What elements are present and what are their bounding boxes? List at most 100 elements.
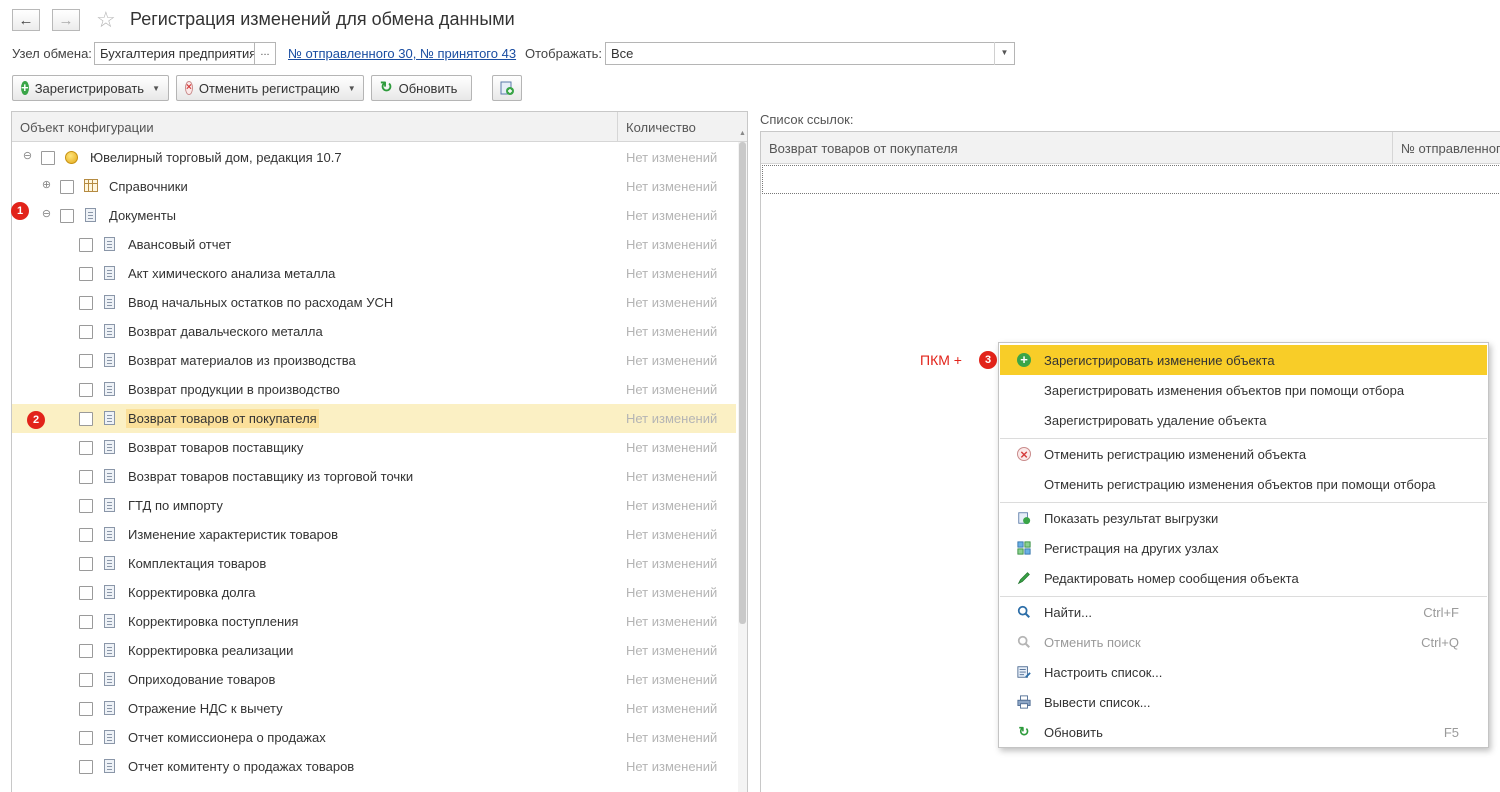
tree-row-document[interactable]: Возврат материалов из производства Нет и…	[12, 346, 736, 375]
row-count: Нет изменений	[626, 730, 718, 745]
tree-row-document[interactable]: Изменение характеристик товаров Нет изме…	[12, 520, 736, 549]
tree-row-document[interactable]: Комплектация товаров Нет изменений	[12, 549, 736, 578]
tree-row-document[interactable]: Акт химического анализа металла Нет изме…	[12, 259, 736, 288]
tree-row-document[interactable]: Оприходование товаров Нет изменений	[12, 665, 736, 694]
row-checkbox[interactable]	[79, 354, 93, 368]
tree-row-document[interactable]: Отчет комиссионера о продажах Нет измене…	[12, 723, 736, 752]
expand-icon[interactable]: ⊕	[41, 180, 52, 191]
tree-row-document[interactable]: ГТД по импорту Нет изменений	[12, 491, 736, 520]
row-checkbox[interactable]	[79, 267, 93, 281]
menu-item-label: Отменить регистрацию изменения объектов …	[1044, 477, 1436, 492]
document-icon	[104, 295, 115, 309]
tree-row-catalogs[interactable]: ⊕ Справочники Нет изменений	[12, 172, 736, 201]
catalog-icon	[84, 179, 98, 192]
favorite-star-icon[interactable]: ☆	[96, 7, 116, 33]
plus-circle-icon: +	[21, 80, 29, 95]
tree-row-document[interactable]: Возврат продукции в производство Нет изм…	[12, 375, 736, 404]
row-checkbox[interactable]	[79, 586, 93, 600]
row-checkbox[interactable]	[79, 615, 93, 629]
menu-item-register-change[interactable]: + Зарегистрировать изменение объекта	[1000, 345, 1487, 375]
refresh-button[interactable]: ↻ Обновить	[371, 75, 472, 101]
menu-item-register-deletion[interactable]: Зарегистрировать удаление объекта	[1000, 405, 1487, 435]
menu-item-cancel-by-filter[interactable]: Отменить регистрацию изменения объектов …	[1000, 469, 1487, 499]
tree-row-document[interactable]: Корректировка реализации Нет изменений	[12, 636, 736, 665]
column-header-object[interactable]: Объект конфигурации	[20, 120, 154, 135]
menu-item-other-nodes[interactable]: Регистрация на других узлах	[1000, 533, 1487, 563]
row-checkbox[interactable]	[79, 412, 93, 426]
row-checkbox[interactable]	[79, 557, 93, 571]
column-header-sent-number[interactable]: № отправленного	[1401, 141, 1500, 156]
menu-item-label: Найти...	[1044, 605, 1092, 620]
config-objects-tree: Объект конфигурации Количество ⊖ Ювелирн…	[11, 111, 748, 792]
sent-received-link[interactable]: № отправленного 30, № принятого 43	[288, 46, 516, 61]
back-button[interactable]: ←	[12, 9, 40, 31]
row-checkbox[interactable]	[79, 644, 93, 658]
tree-row-document-selected[interactable]: Возврат товаров от покупателя Нет измене…	[12, 404, 736, 433]
menu-item-configure-list[interactable]: Настроить список...	[1000, 657, 1487, 687]
row-checkbox[interactable]	[79, 673, 93, 687]
document-icon	[104, 469, 115, 483]
tree-row-document[interactable]: Авансовый отчет Нет изменений	[12, 230, 736, 259]
menu-item-show-export-result[interactable]: Показать результат выгрузки	[1000, 503, 1487, 533]
column-header-object-ref[interactable]: Возврат товаров от покупателя	[769, 141, 958, 156]
forward-button[interactable]: →	[52, 9, 80, 31]
row-checkbox[interactable]	[79, 238, 93, 252]
row-checkbox[interactable]	[79, 731, 93, 745]
menu-item-label: Зарегистрировать изменение объекта	[1044, 353, 1275, 368]
tree-row-document[interactable]: Отражение НДС к вычету Нет изменений	[12, 694, 736, 723]
collapse-icon[interactable]: ⊖	[41, 209, 52, 220]
menu-item-refresh[interactable]: ↻ Обновить F5	[1000, 717, 1487, 747]
collapse-icon[interactable]: ⊖	[22, 151, 33, 162]
tree-row-document[interactable]: Отчет комитенту о продажах товаров Нет и…	[12, 752, 736, 781]
row-checkbox[interactable]	[79, 528, 93, 542]
tree-row-root[interactable]: ⊖ Ювелирный торговый дом, редакция 10.7 …	[12, 143, 736, 172]
row-count: Нет изменений	[626, 266, 718, 281]
export-result-button[interactable]	[492, 75, 522, 101]
page-title: Регистрация изменений для обмена данными	[130, 9, 515, 29]
row-name: Акт химического анализа металла	[128, 266, 336, 281]
tree-row-documents[interactable]: ⊖ Документы Нет изменений	[12, 201, 736, 230]
row-checkbox[interactable]	[79, 702, 93, 716]
tree-row-document[interactable]: Возврат давальческого металла Нет измене…	[12, 317, 736, 346]
tree-row-document[interactable]: Корректировка долга Нет изменений	[12, 578, 736, 607]
register-button[interactable]: + Зарегистрировать ▼	[12, 75, 169, 101]
document-icon	[104, 237, 115, 251]
row-checkbox[interactable]	[60, 209, 74, 223]
row-checkbox[interactable]	[41, 151, 55, 165]
tree-row-document[interactable]: Возврат товаров поставщику из торговой т…	[12, 462, 736, 491]
menu-item-cancel-search[interactable]: Отменить поиск Ctrl+Q	[1000, 627, 1487, 657]
right-click-annotation: ПКМ +	[920, 352, 962, 368]
tree-row-document[interactable]: Возврат товаров поставщику Нет изменений	[12, 433, 736, 462]
menu-item-output-list[interactable]: Вывести список...	[1000, 687, 1487, 717]
menu-item-label: Регистрация на других узлах	[1044, 541, 1219, 556]
vertical-scrollbar[interactable]	[738, 142, 747, 792]
document-icon	[104, 701, 115, 715]
node-field[interactable]: Бухгалтерия предприятия	[94, 42, 255, 65]
row-checkbox[interactable]	[79, 499, 93, 513]
refs-table-empty-row[interactable]	[762, 165, 1500, 194]
menu-item-cancel-registration[interactable]: × Отменить регистрацию изменений объекта	[1000, 439, 1487, 469]
row-count: Нет изменений	[626, 556, 718, 571]
node-select-button[interactable]: ...	[255, 42, 276, 65]
menu-item-register-by-filter[interactable]: Зарегистрировать изменения объектов при …	[1000, 375, 1487, 405]
row-count: Нет изменений	[626, 295, 718, 310]
display-select[interactable]: Все	[605, 42, 1015, 65]
chevron-down-icon[interactable]: ▼	[994, 42, 1014, 65]
row-checkbox[interactable]	[79, 760, 93, 774]
cancel-registration-button[interactable]: × Отменить регистрацию ▼	[176, 75, 364, 101]
column-header-count[interactable]: Количество	[626, 120, 696, 135]
tree-row-document[interactable]: Корректировка поступления Нет изменений	[12, 607, 736, 636]
row-checkbox[interactable]	[79, 296, 93, 310]
menu-item-edit-message-number[interactable]: Редактировать номер сообщения объекта	[1000, 563, 1487, 593]
row-checkbox[interactable]	[79, 470, 93, 484]
row-count: Нет изменений	[626, 411, 718, 426]
menu-item-find[interactable]: Найти... Ctrl+F	[1000, 597, 1487, 627]
row-checkbox[interactable]	[60, 180, 74, 194]
tree-row-document[interactable]: Ввод начальных остатков по расходам УСН …	[12, 288, 736, 317]
row-checkbox[interactable]	[79, 383, 93, 397]
row-checkbox[interactable]	[79, 441, 93, 455]
cancel-circle-icon: ×	[1017, 447, 1031, 462]
row-checkbox[interactable]	[79, 325, 93, 339]
scroll-up-icon[interactable]: ▲	[738, 130, 747, 140]
scrollbar-thumb[interactable]	[739, 142, 746, 624]
